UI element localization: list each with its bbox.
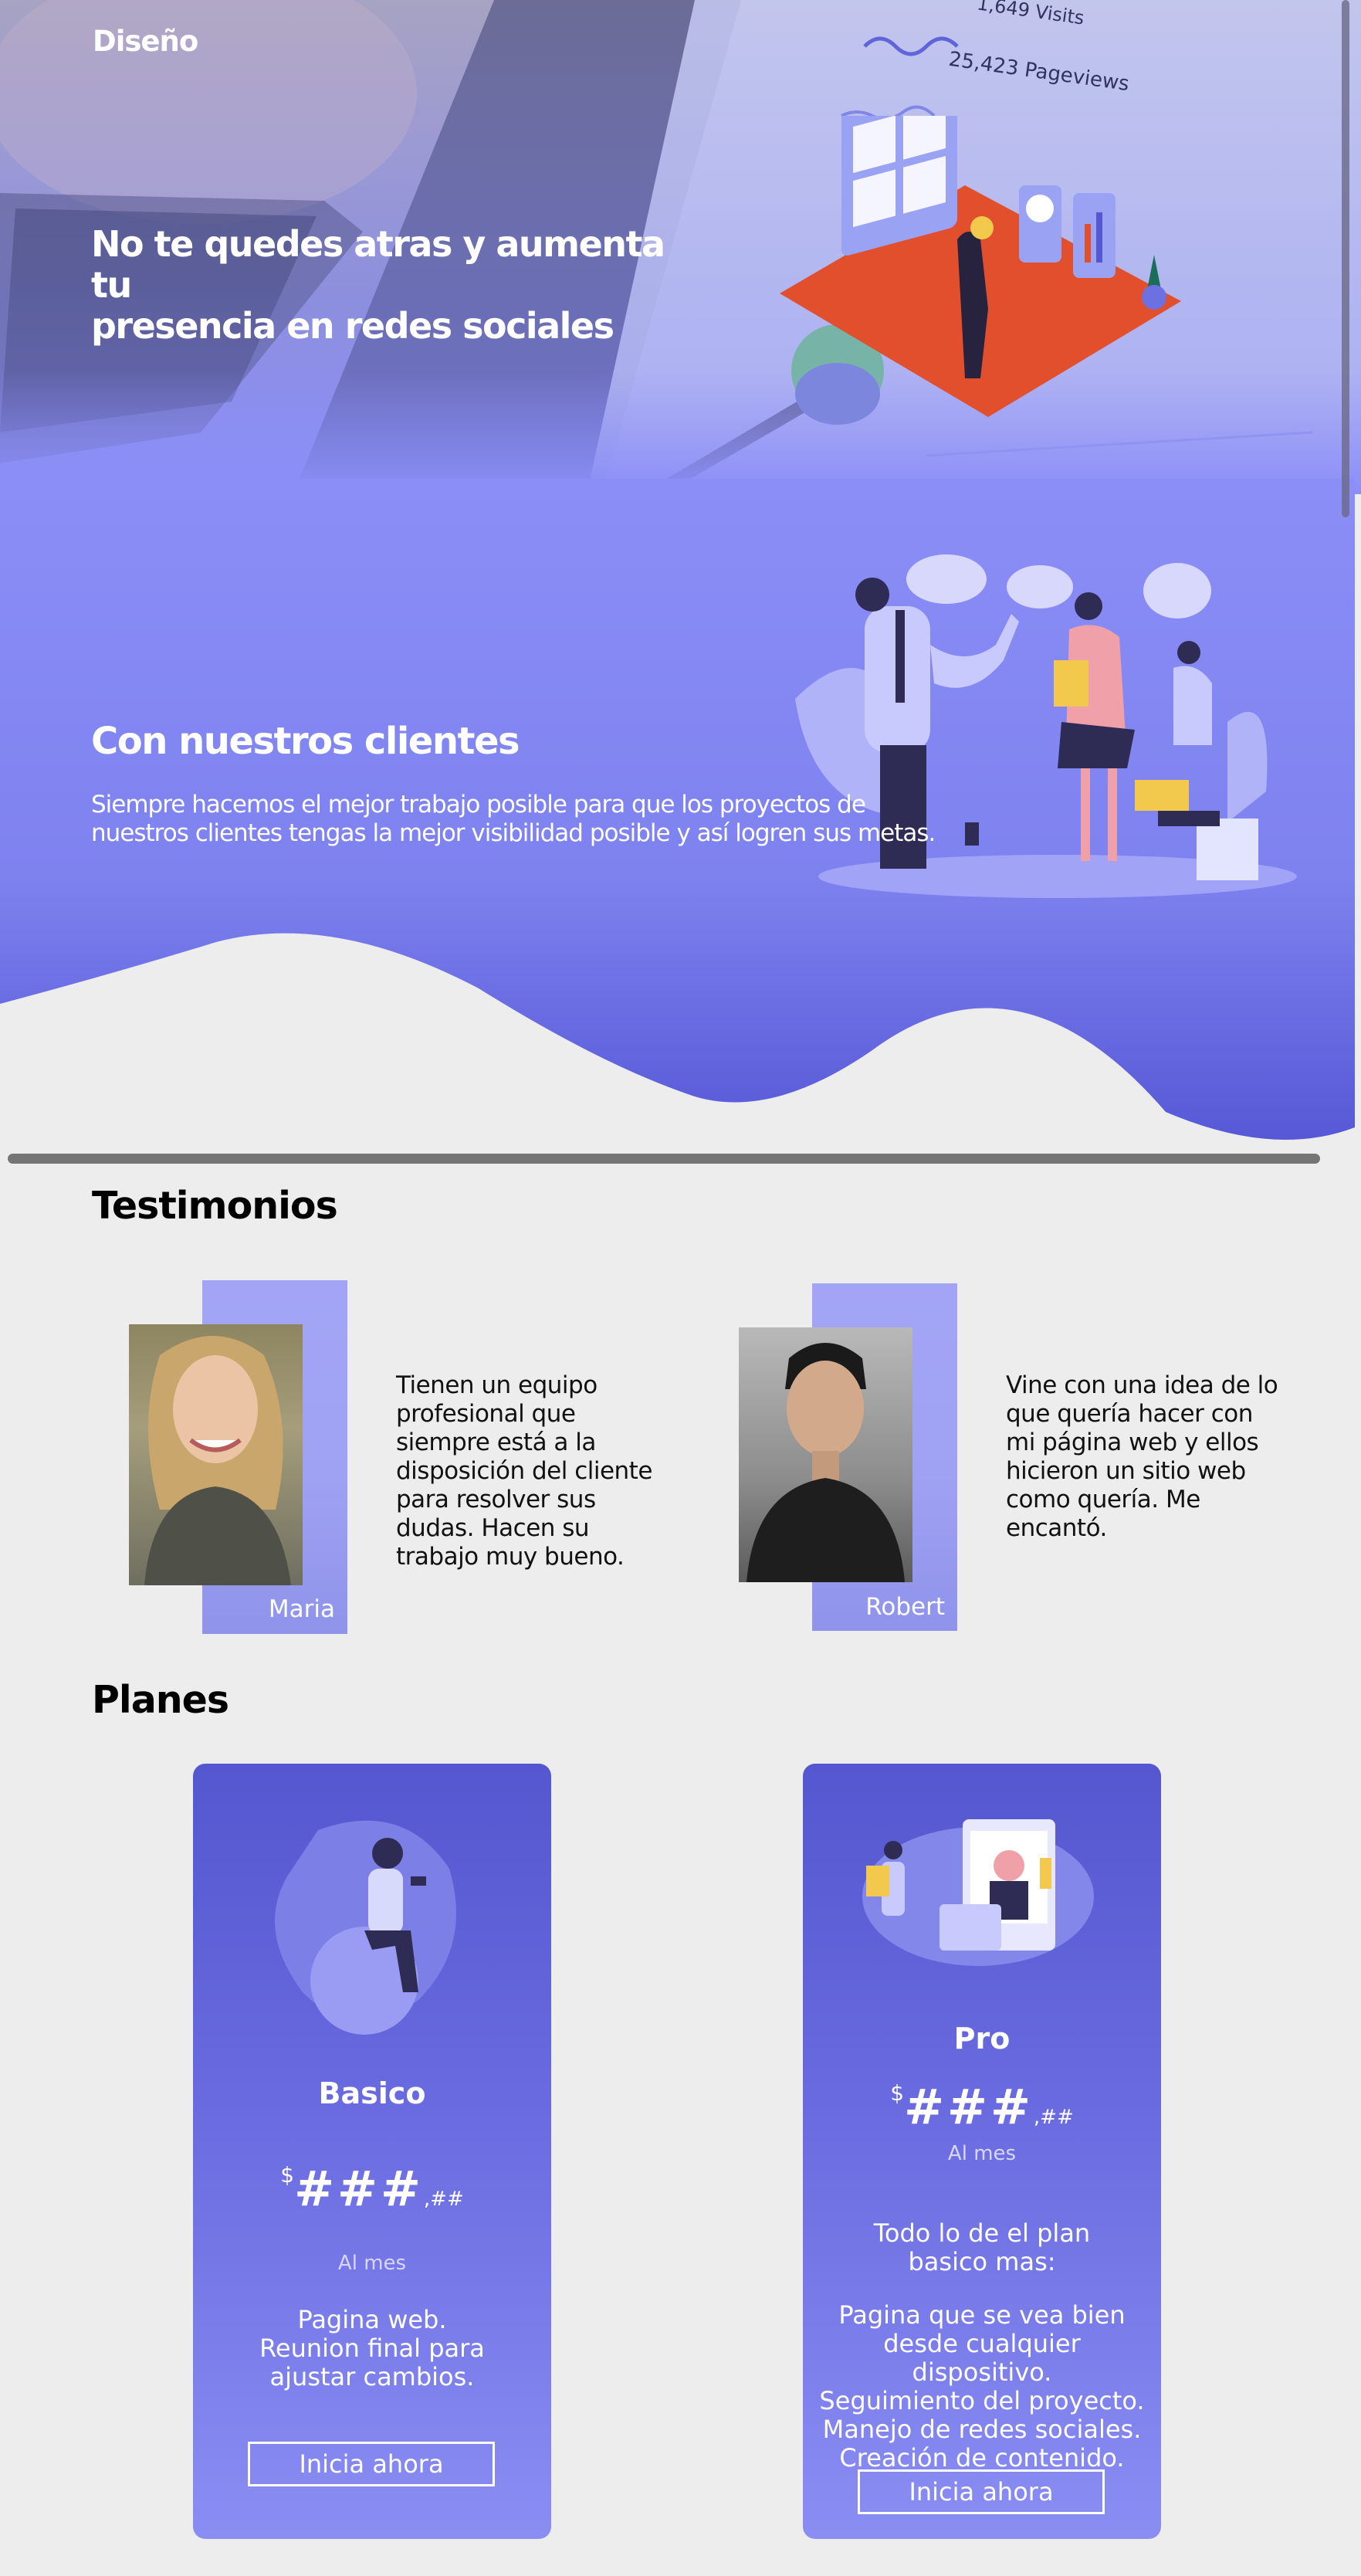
- plan-feature: Creación de contenido.: [839, 2443, 1125, 2473]
- plan-card-basico: Basico $###,## Al mes Pagina web. Reunio…: [193, 1764, 551, 2539]
- hero-title: No te quedes atras y aumenta tu presenci…: [91, 224, 678, 347]
- plan-name: Basico: [318, 2076, 426, 2110]
- testimonial-name: Maria: [268, 1595, 335, 1623]
- price-period: Al mes: [337, 2252, 407, 2275]
- price-currency: $: [280, 2162, 295, 2188]
- hero-title-line-2: presencia en redes sociales: [91, 305, 614, 347]
- vertical-scrollbar[interactable]: [1342, 0, 1349, 517]
- team-meeting-illustration: [795, 554, 1297, 898]
- plan-feature: Reunion final para ajustar cambios.: [259, 2334, 485, 2391]
- clients-description: Siempre hacemos el mejor trabajo posible…: [91, 791, 936, 847]
- plan-feature: Seguimiento del proyecto.: [819, 2386, 1145, 2415]
- plan-card-pro: Pro $###,## Al mes Todo lo de el plan ba…: [803, 1764, 1161, 2539]
- plan-price: $###,##: [193, 2161, 551, 2217]
- plans-title: Planes: [92, 1678, 229, 1722]
- plan-name: Pro: [953, 2022, 1011, 2056]
- plan-feature: Pagina que se vea bien desde cualquier d…: [838, 2300, 1126, 2387]
- video-call-devices-illustration: [862, 1819, 1094, 1966]
- hero-section: 1,649 Visits 25,423 Pageviews Diseño No …: [0, 0, 1361, 494]
- person-sitting-illustration: [275, 1820, 456, 2035]
- testimonials-title: Testimonios: [92, 1184, 338, 1228]
- testimonial-text: Tienen un equipo profesional que siempre…: [396, 1371, 652, 1571]
- plan-features: Pagina que se vea bien desde cualquier d…: [818, 2301, 1146, 2473]
- horizontal-scrollbar[interactable]: [8, 1154, 1320, 1164]
- price-decimals: ,##: [423, 2188, 464, 2211]
- testimonial-name: Robert: [865, 1593, 945, 1621]
- price-period: Al mes: [947, 2142, 1017, 2165]
- testimonial-text: Vine con una idea de lo que quería hacer…: [1006, 1371, 1278, 1542]
- plan-price: $###,##: [803, 2079, 1161, 2135]
- price-decimals: ,##: [1033, 2106, 1074, 2129]
- plan-intro: Todo lo de el plan basico mas:: [873, 2218, 1091, 2276]
- plan-feature: Manejo de redes sociales.: [822, 2415, 1142, 2444]
- avatar: [129, 1324, 303, 1585]
- plan-feature: Pagina web.: [297, 2305, 447, 2334]
- clients-title: Con nuestros clientes: [91, 720, 520, 763]
- plan-features: Pagina web. Reunion final para ajustar c…: [224, 2306, 520, 2391]
- price-amount: ###: [294, 2161, 424, 2217]
- video-call-illustration: [780, 116, 1181, 425]
- start-now-button[interactable]: Inicia ahora: [858, 2469, 1105, 2514]
- price-amount: ###: [904, 2079, 1034, 2135]
- hero-title-line-1: No te quedes atras y aumenta tu: [91, 223, 665, 306]
- start-now-button[interactable]: Inicia ahora: [248, 2442, 495, 2486]
- avatar: [739, 1327, 912, 1582]
- price-currency: $: [890, 2080, 905, 2106]
- site-logo[interactable]: Diseño: [93, 25, 198, 58]
